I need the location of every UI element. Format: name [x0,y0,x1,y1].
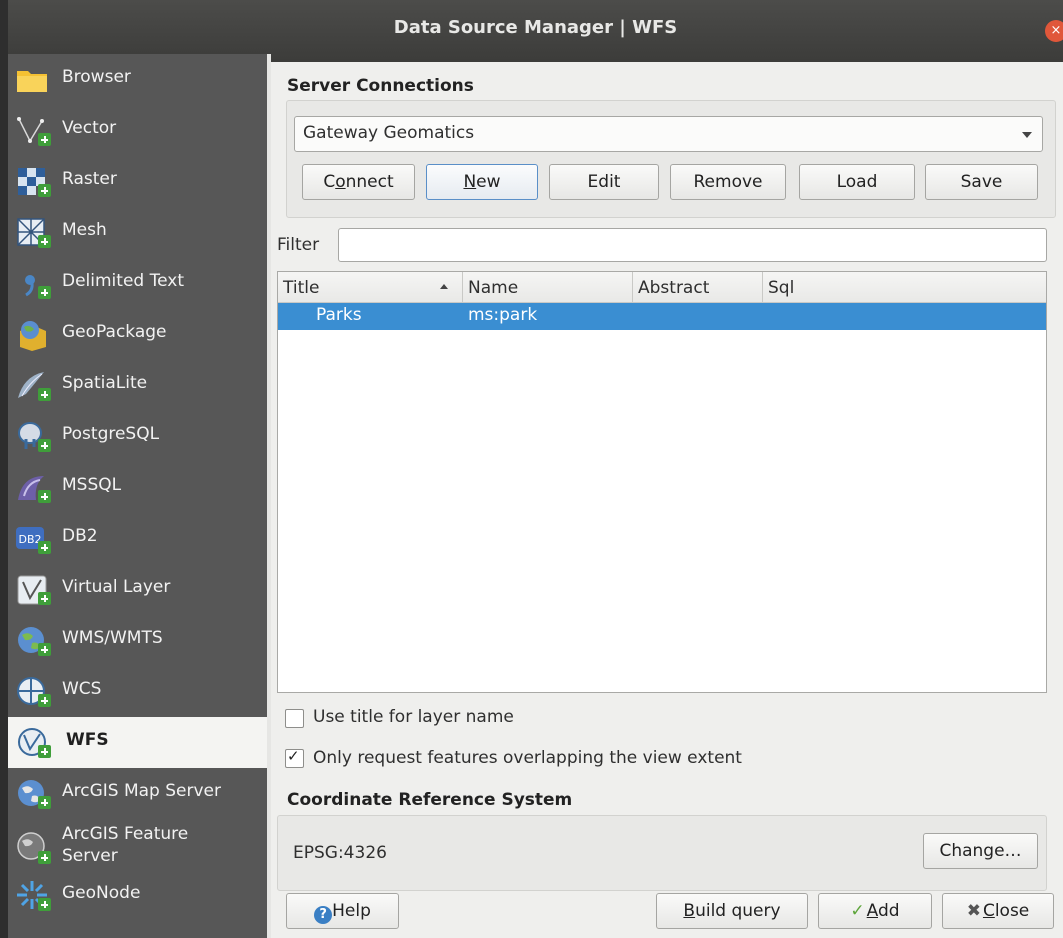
sidebar-item-label: Mesh [62,220,107,240]
sidebar-item-label: GeoPackage [62,322,167,342]
cell-name: ms:park [468,305,538,325]
column-header-name[interactable]: Name [463,272,633,302]
column-header-title[interactable]: Title [278,272,463,302]
sidebar-item-label: WCS [62,679,102,699]
sidebar-splitter[interactable] [267,54,271,938]
folder-icon [17,71,47,92]
close-icon: ✖ [966,901,981,921]
sidebar-item-label: Raster [62,169,117,189]
sidebar-item-label: PostgreSQL [62,424,160,444]
only-request-label: Only request features overlapping the vi… [313,748,742,768]
column-header-abstract[interactable]: Abstract [633,272,763,302]
sidebar-item-arcgis-feature-server[interactable]: ArcGIS Feature Server [8,819,267,870]
sidebar-item-mssql[interactable]: MSSQL [8,462,267,513]
sidebar-item-label: Virtual Layer [62,577,171,597]
sidebar-item-geonode[interactable]: GeoNode [8,870,267,921]
change-crs-button[interactable]: Change… [923,833,1038,869]
checkmark-icon: ✓ [287,747,300,765]
new-button[interactable]: New [426,164,538,200]
source-sidebar: Browser Vector Raster Mesh Delimited Tex… [8,54,267,938]
add-badge-icon [38,796,51,809]
sidebar-item-label: Browser [62,67,131,87]
layer-table[interactable]: Title Name Abstract Sql Parks ms:park [277,271,1047,693]
sidebar-item-virtual-layer[interactable]: Virtual Layer [8,564,267,615]
sidebar-item-delimited-text[interactable]: Delimited Text [8,258,267,309]
connect-button[interactable]: Connect [302,164,415,200]
sort-ascending-icon [440,284,448,289]
add-badge-icon [38,184,51,197]
help-button[interactable]: ? Help [286,893,399,929]
add-button[interactable]: ✓ Add [818,893,932,929]
help-icon: ? [314,906,333,924]
add-badge-icon [38,643,51,656]
column-header-sql[interactable]: Sql [763,272,1046,302]
sidebar-item-label: ArcGIS Map Server [62,781,222,801]
sidebar-item-arcgis-map-server[interactable]: ArcGIS Map Server [8,768,267,819]
cell-title: Parks [316,305,362,325]
filter-label: Filter [277,235,320,255]
sidebar-item-label: WMS/WMTS [62,628,163,648]
table-header: Title Name Abstract Sql [278,272,1046,303]
server-connections-heading: Server Connections [287,76,474,96]
add-badge-icon [38,541,51,554]
add-badge-icon [38,286,51,299]
remove-button[interactable]: Remove [670,164,786,200]
sidebar-item-label: GeoNode [62,883,141,903]
add-badge-icon [38,439,51,452]
sidebar-item-wms-wmts[interactable]: WMS/WMTS [8,615,267,666]
add-badge-icon [38,592,51,605]
check-icon: ✓ [850,901,865,921]
add-badge-icon [38,235,51,248]
sidebar-item-label: Vector [62,118,117,138]
sidebar-item-geopackage[interactable]: GeoPackage [8,309,267,360]
sidebar-item-postgresql[interactable]: PostgreSQL [8,411,267,462]
sidebar-item-spatialite[interactable]: SpatiaLite [8,360,267,411]
sidebar-item-wcs[interactable]: WCS [8,666,267,717]
sidebar-item-wfs[interactable]: WFS [8,717,267,768]
crs-heading: Coordinate Reference System [287,790,573,810]
add-badge-icon [38,694,51,707]
build-query-button[interactable]: Build query [656,893,808,929]
title-bar: Data Source Manager | WFS × [8,0,1063,62]
crs-value: EPSG:4326 [293,843,387,863]
filter-input[interactable] [338,228,1047,262]
close-button[interactable]: ✖ Close [942,893,1054,929]
load-button[interactable]: Load [799,164,915,200]
sidebar-item-label: DB2 [62,526,98,546]
sidebar-item-label: Delimited Text [62,271,184,291]
sidebar-item-db2[interactable]: DB2 DB2 [8,513,267,564]
sidebar-item-browser[interactable]: Browser [8,54,267,105]
add-badge-icon [38,490,51,503]
sidebar-item-label: ArcGIS Feature Server [62,824,189,866]
sidebar-item-label: WFS [66,730,109,750]
save-button[interactable]: Save [925,164,1038,200]
table-row[interactable]: Parks ms:park [278,303,1046,330]
add-badge-icon [38,745,51,758]
geopackage-icon [20,321,46,351]
sidebar-item-label: MSSQL [62,475,122,495]
sidebar-item-mesh[interactable]: Mesh [8,207,267,258]
close-window-button[interactable]: × [1045,20,1063,42]
add-badge-icon [38,388,51,401]
sidebar-item-raster[interactable]: Raster [8,156,267,207]
only-request-checkbox[interactable]: ✓ [285,747,304,768]
connection-select-value: Gateway Geomatics [303,123,475,143]
add-badge-icon [38,133,51,146]
sidebar-item-vector[interactable]: Vector [8,105,267,156]
connection-select[interactable]: Gateway Geomatics [294,116,1043,152]
window-title: Data Source Manager | WFS [393,17,678,38]
sidebar-item-label: SpatiaLite [62,373,148,393]
chevron-down-icon [1022,132,1032,138]
use-title-checkbox[interactable] [285,709,304,728]
add-badge-icon [38,898,51,911]
use-title-label: Use title for layer name [313,707,514,727]
add-badge-icon [38,851,51,864]
edit-button[interactable]: Edit [549,164,659,200]
